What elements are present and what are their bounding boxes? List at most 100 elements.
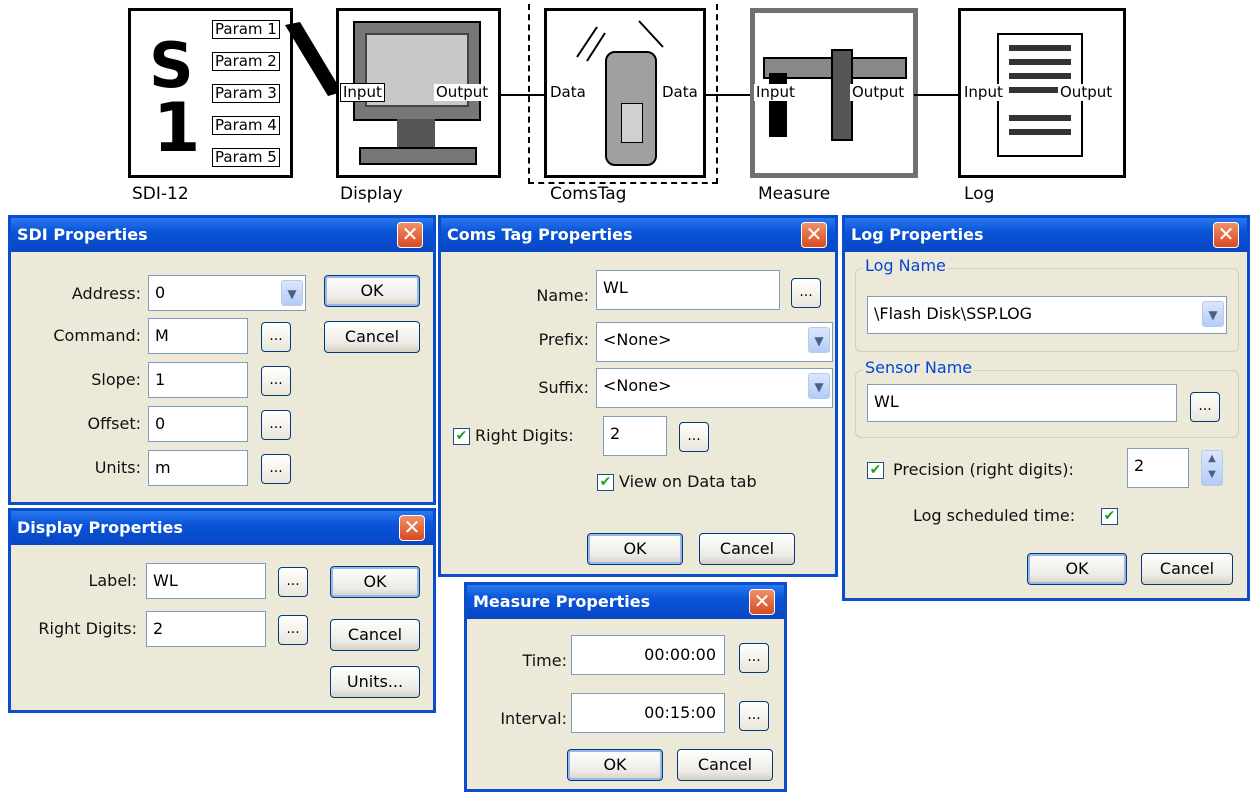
precision-field[interactable]: 2 (1127, 448, 1189, 488)
coms-cancel-button[interactable]: Cancel (699, 533, 795, 565)
name-ellipsis-button[interactable]: ... (791, 278, 821, 308)
spin-down-icon[interactable]: ▼ (1202, 467, 1222, 483)
interval-field[interactable]: 00:15:00 (571, 693, 725, 733)
label-field[interactable]: WL (146, 563, 266, 599)
close-icon[interactable]: ✕ (397, 222, 423, 248)
sensor-name-group-label: Sensor Name (863, 358, 975, 377)
right-digits-label: Right Digits: (38, 619, 137, 638)
time-field[interactable]: 00:00:00 (571, 635, 725, 675)
log-properties-dialog: Log Properties ✕ Log Name \Flash Disk\SS… (842, 215, 1250, 601)
chevron-down-icon[interactable]: ▼ (808, 327, 830, 353)
comstag-port-data-in[interactable]: Data (548, 84, 588, 101)
sdi-cancel-button[interactable]: Cancel (324, 321, 420, 353)
name-label: Name: (536, 286, 589, 305)
sdi12-block-label: SDI-12 (132, 184, 189, 204)
sdi12-port-param1[interactable]: Param 1 (212, 20, 280, 39)
measure-log-wire (914, 94, 960, 96)
log-name-combo[interactable]: \Flash Disk\SSP.LOG ▼ (867, 296, 1227, 334)
sensor-name-field[interactable]: WL (867, 384, 1177, 422)
measure-properties-dialog: Measure Properties ✕ Time: 00:00:00 ... … (464, 582, 787, 792)
coms-dialog-titlebar[interactable]: Coms Tag Properties ✕ (441, 218, 835, 252)
chevron-down-icon[interactable]: ▼ (281, 280, 303, 306)
label-ellipsis-button[interactable]: ... (278, 567, 308, 597)
coms-dialog-title: Coms Tag Properties (447, 225, 633, 244)
offset-ellipsis-button[interactable]: ... (261, 410, 291, 440)
suffix-value: <None> (603, 376, 672, 395)
log-cancel-button[interactable]: Cancel (1141, 553, 1233, 585)
slope-ellipsis-button[interactable]: ... (261, 366, 291, 396)
right-digits-checkbox[interactable]: ✔ (453, 428, 470, 445)
suffix-combo[interactable]: <None> ▼ (596, 368, 833, 408)
units-field[interactable]: m (148, 450, 248, 486)
name-field[interactable]: WL (596, 270, 780, 310)
right-digits-ellipsis-button[interactable]: ... (278, 615, 308, 645)
precision-checkbox[interactable]: ✔ (867, 462, 884, 479)
log-dialog-title: Log Properties (851, 225, 984, 244)
phone-icon (605, 51, 657, 166)
coms-right-digits-label: Right Digits: (475, 426, 574, 445)
sdi12-port-param5[interactable]: Param 5 (212, 148, 280, 167)
log-scheduled-time-label: Log scheduled time: (913, 506, 1076, 525)
units-ellipsis-button[interactable]: ... (261, 454, 291, 484)
sdi-dialog-titlebar[interactable]: SDI Properties ✕ (11, 218, 433, 252)
log-port-input[interactable]: Input (962, 84, 1005, 101)
view-on-data-tab-label: View on Data tab (619, 472, 757, 491)
log-scheduled-time-checkbox[interactable]: ✔ (1101, 508, 1118, 525)
interval-label: Interval: (500, 709, 567, 728)
display-block-label: Display (340, 184, 403, 204)
sdi12-port-param2[interactable]: Param 2 (212, 52, 280, 71)
right-digits-field[interactable]: 2 (146, 611, 266, 647)
display-units-button[interactable]: Units... (330, 666, 420, 698)
log-name-value: \Flash Disk\SSP.LOG (874, 304, 1033, 323)
log-ok-button[interactable]: OK (1027, 553, 1127, 585)
coms-ok-button[interactable]: OK (587, 533, 683, 565)
comstag-measure-wire (704, 94, 754, 96)
measure-ok-button[interactable]: OK (567, 749, 663, 781)
log-dialog-titlebar[interactable]: Log Properties ✕ (845, 218, 1247, 252)
command-field[interactable]: M (148, 318, 248, 354)
slope-field[interactable]: 1 (148, 362, 248, 398)
sdi-ok-button[interactable]: OK (324, 275, 420, 307)
sdi-properties-dialog: SDI Properties ✕ Address: 0 ▼ OK Command… (8, 215, 436, 505)
display-properties-dialog: Display Properties ✕ Label: WL ... OK Ri… (8, 508, 436, 713)
close-icon[interactable]: ✕ (1213, 222, 1239, 248)
measure-block-label: Measure (758, 184, 831, 204)
time-ellipsis-button[interactable]: ... (739, 643, 769, 673)
monitor-icon (353, 21, 481, 121)
prefix-label: Prefix: (538, 330, 589, 349)
command-label: Command: (53, 326, 141, 345)
log-port-output[interactable]: Output (1058, 84, 1115, 101)
coms-right-digits-ellipsis-button[interactable]: ... (679, 422, 709, 452)
measure-port-input[interactable]: Input (754, 84, 797, 101)
measure-dialog-title: Measure Properties (473, 592, 651, 611)
label-label: Label: (88, 571, 137, 590)
log-block-label: Log (964, 184, 995, 204)
display-port-input[interactable]: Input (340, 83, 385, 102)
chevron-down-icon[interactable]: ▼ (808, 373, 830, 399)
precision-spinner[interactable]: ▲ ▼ (1201, 450, 1223, 486)
prefix-combo[interactable]: <None> ▼ (596, 322, 833, 362)
sdi12-port-param4[interactable]: Param 4 (212, 116, 280, 135)
close-icon[interactable]: ✕ (749, 589, 775, 615)
coms-right-digits-field[interactable]: 2 (603, 416, 667, 456)
measure-port-output[interactable]: Output (850, 84, 907, 101)
address-combo[interactable]: 0 ▼ (148, 275, 306, 311)
comstag-port-data-out[interactable]: Data (660, 84, 700, 101)
measure-cancel-button[interactable]: Cancel (677, 749, 773, 781)
display-cancel-button[interactable]: Cancel (330, 619, 420, 651)
offset-field[interactable]: 0 (148, 406, 248, 442)
view-on-data-tab-checkbox[interactable]: ✔ (597, 474, 614, 491)
spin-up-icon[interactable]: ▲ (1202, 451, 1222, 467)
display-ok-button[interactable]: OK (330, 566, 420, 598)
sensor-name-ellipsis-button[interactable]: ... (1190, 392, 1220, 422)
command-ellipsis-button[interactable]: ... (261, 322, 291, 352)
measure-dialog-titlebar[interactable]: Measure Properties ✕ (467, 585, 784, 619)
interval-ellipsis-button[interactable]: ... (739, 701, 769, 731)
close-icon[interactable]: ✕ (399, 515, 425, 541)
display-dialog-titlebar[interactable]: Display Properties ✕ (11, 511, 433, 545)
close-icon[interactable]: ✕ (801, 222, 827, 248)
chevron-down-icon[interactable]: ▼ (1202, 301, 1224, 327)
suffix-label: Suffix: (538, 378, 589, 397)
display-port-output[interactable]: Output (434, 84, 491, 101)
sdi12-port-param3[interactable]: Param 3 (212, 84, 280, 103)
